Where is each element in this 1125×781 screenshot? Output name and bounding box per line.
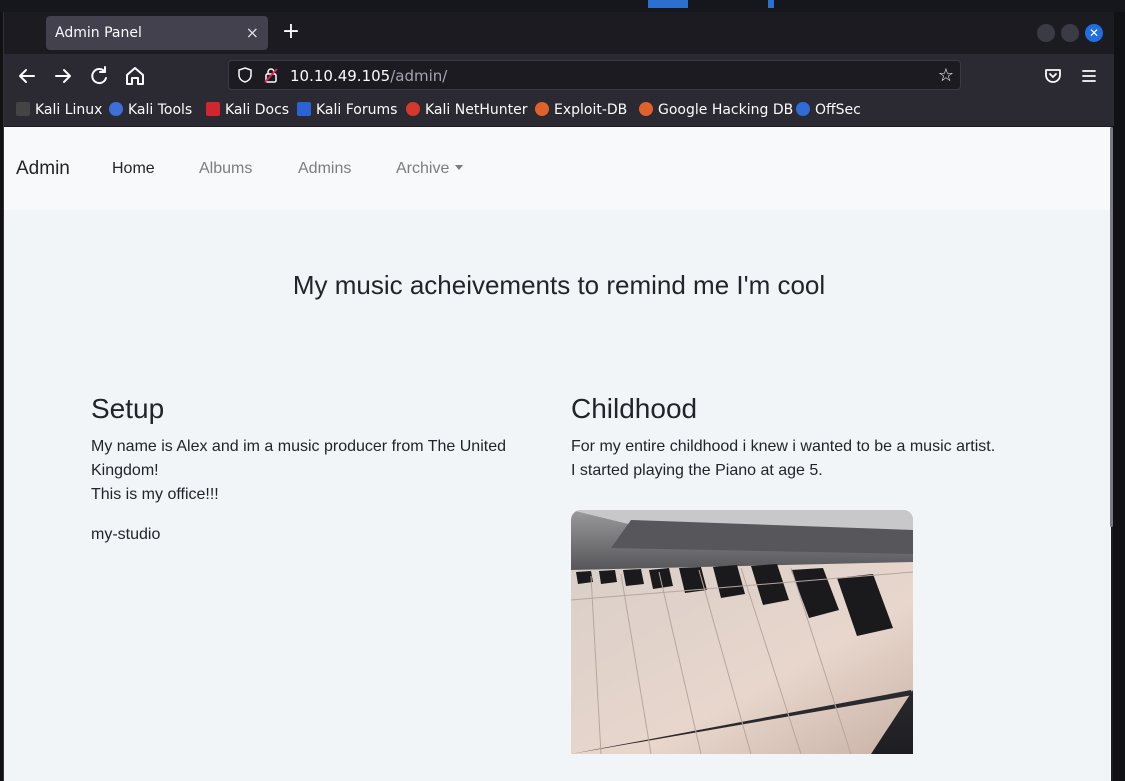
- tab-bar: Admin Panel × + ✕: [4, 12, 1114, 54]
- bookmark-kali-docs[interactable]: Kali Docs: [206, 102, 289, 122]
- setup-text-intro: My name is Alex and im a music producer …: [91, 438, 506, 479]
- tab-title: Admin Panel: [55, 25, 142, 41]
- pocket-icon[interactable]: [1041, 64, 1065, 88]
- reload-icon[interactable]: [87, 64, 111, 88]
- window-close-button[interactable]: ✕: [1085, 24, 1103, 42]
- caret-down-icon: [455, 165, 464, 170]
- url-text[interactable]: 10.10.49.105/admin/: [290, 67, 447, 85]
- nav-admins[interactable]: Admins: [298, 160, 351, 178]
- web-page: Admin Home Albums Admins Archive My musi…: [4, 127, 1111, 781]
- kali-forums-icon: [297, 102, 311, 116]
- bookmark-kali-forums[interactable]: Kali Forums: [297, 102, 397, 122]
- childhood-text-2: I started playing the Piano at age 5.: [571, 462, 823, 479]
- kali-dragon-icon: [16, 102, 30, 116]
- site-navbar: Admin Home Albums Admins Archive: [4, 127, 1111, 210]
- home-icon[interactable]: [123, 64, 147, 88]
- kali-tools-icon: [109, 102, 123, 116]
- setup-title: Setup: [91, 393, 165, 424]
- bookmark-star-icon[interactable]: ☆: [938, 65, 954, 86]
- url-path: /admin/: [390, 67, 448, 85]
- bookmark-exploit-db[interactable]: Exploit-DB: [535, 102, 627, 122]
- new-tab-button[interactable]: +: [278, 20, 304, 46]
- forward-arrow-icon[interactable]: [51, 64, 75, 88]
- bookmark-kali-linux[interactable]: Kali Linux: [16, 102, 102, 122]
- desktop-activity-marker: [768, 0, 774, 8]
- nav-archive-dropdown[interactable]: Archive: [396, 160, 464, 178]
- desktop-activity-graph: [648, 0, 688, 8]
- studio-image-alt: my-studio: [91, 526, 161, 543]
- bookmark-label: Google Hacking DB: [658, 102, 794, 118]
- bookmark-kali-nethunter[interactable]: Kali NetHunter: [406, 102, 527, 122]
- tab-admin-panel[interactable]: Admin Panel ×: [46, 16, 268, 50]
- bookmark-offsec[interactable]: OffSec: [796, 102, 861, 122]
- page-scrollbar[interactable]: [1110, 127, 1113, 527]
- exploit-db-icon: [535, 102, 549, 116]
- nav-home[interactable]: Home: [112, 160, 155, 178]
- back-arrow-icon[interactable]: [15, 64, 39, 88]
- bookmark-kali-tools[interactable]: Kali Tools: [109, 102, 192, 122]
- url-bar[interactable]: 10.10.49.105/admin/ ☆: [228, 60, 961, 90]
- url-host: 10.10.49.105: [290, 67, 391, 85]
- nav-albums[interactable]: Albums: [199, 160, 252, 178]
- bookmark-label: Kali NetHunter: [425, 102, 528, 118]
- setup-section: Setup My name is Alex and im a music pro…: [91, 393, 521, 547]
- bookmark-label: Kali Linux: [35, 102, 103, 118]
- childhood-title: Childhood: [571, 393, 698, 424]
- bookmark-label: Kali Docs: [225, 102, 290, 118]
- insecure-lock-icon[interactable]: [263, 67, 279, 83]
- offsec-icon: [796, 102, 810, 116]
- bookmarks-toolbar: Kali Linux Kali Tools Kali Docs Kali For…: [4, 98, 1114, 126]
- setup-text-office: This is my office!!!: [91, 486, 219, 503]
- ghdb-icon: [639, 102, 653, 116]
- piano-image: [571, 510, 913, 754]
- bookmark-label: Exploit-DB: [554, 102, 628, 118]
- maximize-button[interactable]: [1061, 24, 1079, 42]
- shield-icon[interactable]: [237, 67, 253, 83]
- bookmark-label: Kali Tools: [128, 102, 193, 118]
- childhood-text-1: For my entire childhood i knew i wanted …: [571, 438, 996, 455]
- bookmark-google-hacking-db[interactable]: Google Hacking DB: [639, 102, 793, 122]
- minimize-button[interactable]: [1037, 24, 1055, 42]
- childhood-section: Childhood For my entire childhood i knew…: [571, 393, 1001, 483]
- page-headline: My music acheivements to remind me I'm c…: [292, 270, 826, 300]
- browser-window: Admin Panel × + ✕ 10.10.49.105/admin/ ☆: [3, 12, 1114, 781]
- browser-toolbar: 10.10.49.105/admin/ ☆: [4, 54, 1114, 98]
- navbar-brand[interactable]: Admin: [16, 158, 70, 180]
- kali-docs-icon: [206, 102, 220, 116]
- desktop-top-bar: [0, 0, 1125, 12]
- tab-close-icon[interactable]: ×: [246, 23, 259, 42]
- hamburger-menu-icon[interactable]: [1077, 64, 1101, 88]
- nav-archive-label: Archive: [396, 160, 450, 177]
- bookmark-label: OffSec: [815, 102, 861, 118]
- bookmark-label: Kali Forums: [316, 102, 398, 118]
- kali-nethunter-icon: [406, 102, 420, 116]
